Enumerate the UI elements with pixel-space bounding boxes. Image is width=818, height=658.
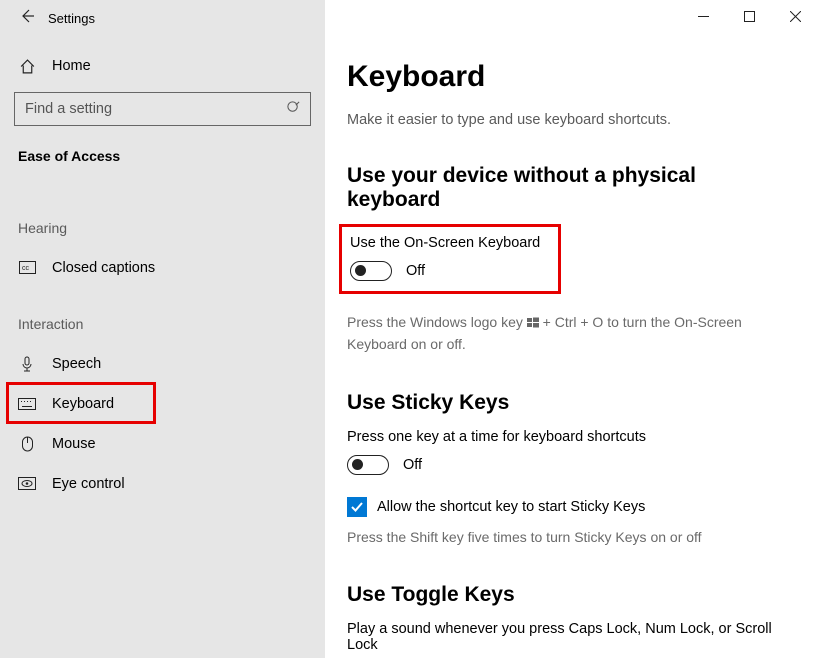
close-button[interactable] [772, 0, 818, 32]
section-heading-sticky: Use Sticky Keys [347, 391, 788, 415]
togglekeys-body: Play a sound whenever you press Caps Loc… [347, 621, 788, 653]
back-button[interactable] [0, 8, 40, 29]
osk-toggle[interactable] [350, 261, 392, 281]
sidebar-group-hearing: Hearing [0, 172, 325, 248]
windows-logo-icon [527, 314, 539, 334]
osk-toggle-state: Off [406, 263, 425, 279]
sidebar-item-label: Keyboard [52, 396, 114, 412]
highlight-osk: Use the On-Screen Keyboard Off [339, 224, 561, 294]
sticky-toggle-state: Off [403, 457, 422, 473]
mouse-icon [18, 436, 36, 453]
sidebar-item-label: Eye control [52, 476, 125, 492]
section-heading-osk: Use your device without a physical keybo… [347, 164, 788, 212]
maximize-button[interactable] [726, 0, 772, 32]
microphone-icon [18, 356, 36, 373]
minimize-button[interactable] [680, 0, 726, 32]
svg-text:cc: cc [22, 265, 30, 272]
sidebar-item-closed-captions[interactable]: cc Closed captions [0, 248, 325, 288]
sidebar-item-label: Speech [52, 356, 101, 372]
sidebar-item-label: Mouse [52, 436, 96, 452]
sidebar-item-speech[interactable]: Speech [0, 344, 325, 384]
sticky-checkbox-label: Allow the shortcut key to start Sticky K… [377, 499, 645, 515]
keyboard-icon [18, 398, 36, 411]
page-title: Keyboard [347, 60, 788, 94]
sidebar-item-keyboard[interactable]: Keyboard [0, 384, 325, 424]
sidebar-item-label: Closed captions [52, 260, 155, 276]
sidebar-group-interaction: Interaction [0, 288, 325, 344]
sidebar: Home Ease of Access Hearing cc Closed ca… [0, 36, 325, 658]
sidebar-item-mouse[interactable]: Mouse [0, 424, 325, 464]
section-heading-toggle: Use Toggle Keys [347, 583, 788, 607]
sticky-shortcut-checkbox[interactable] [347, 497, 367, 517]
osk-label: Use the On-Screen Keyboard [350, 235, 550, 251]
sidebar-section-label: Ease of Access [0, 138, 325, 172]
page-subtitle: Make it easier to type and use keyboard … [347, 112, 788, 128]
home-icon [18, 58, 36, 75]
sticky-hint: Press the Shift key five times to turn S… [347, 527, 777, 547]
window-title: Settings [40, 11, 95, 26]
sidebar-item-label: Home [52, 58, 91, 74]
sidebar-item-home[interactable]: Home [0, 46, 325, 86]
content-pane: Keyboard Make it easier to type and use … [325, 36, 818, 658]
sticky-body: Press one key at a time for keyboard sho… [347, 429, 788, 445]
osk-hint: Press the Windows logo key + Ctrl + O to… [347, 312, 777, 355]
eye-icon [18, 477, 36, 491]
sidebar-item-eye-control[interactable]: Eye control [0, 464, 325, 504]
search-input[interactable] [14, 92, 311, 126]
sticky-toggle[interactable] [347, 455, 389, 475]
closed-captions-icon: cc [18, 261, 36, 275]
